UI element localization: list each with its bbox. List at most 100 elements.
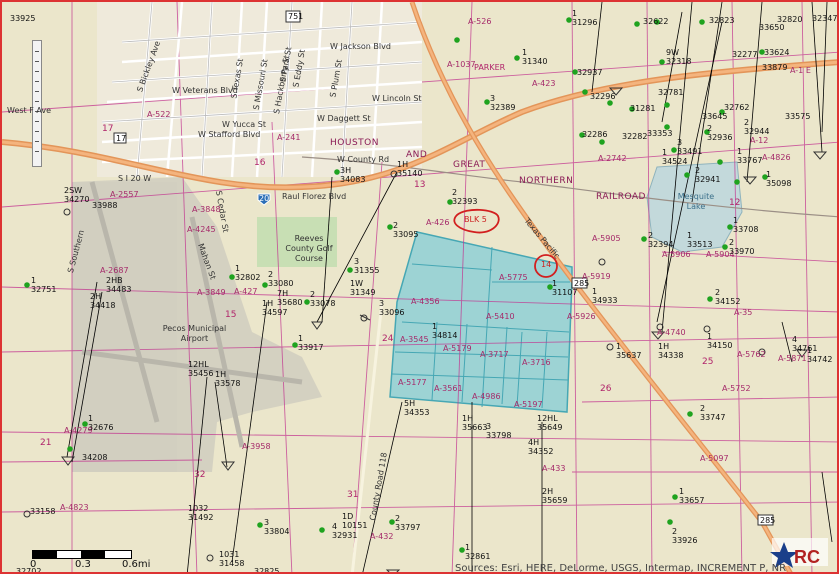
mesquite-lake-label: Mesquite Lake [677, 192, 715, 211]
street-label: W Yucca St [222, 120, 266, 129]
well-label: 1 33767 [737, 147, 763, 165]
section-number: 24 [382, 334, 394, 344]
well-label: 32702 [16, 567, 42, 574]
well-label: 1H 35663 [462, 414, 488, 432]
well-label: 33925 [10, 14, 36, 23]
zoom-slider[interactable] [32, 40, 42, 167]
street-label: S I 20 W [118, 174, 152, 183]
abstract-label: A-3716 [522, 358, 551, 367]
abstract-label: A-241 [277, 133, 301, 142]
abstract-label: A-2742 [598, 154, 627, 163]
abstract-label: A-5752 [722, 384, 751, 393]
abstract-label: A-432 [370, 532, 394, 541]
shield-label: 285 [760, 516, 776, 525]
abstract-label: A-3545 [400, 335, 429, 344]
well-label: 1032 31492 [188, 504, 214, 522]
street-label: West F Ave [7, 106, 52, 115]
abstract-label: A-5919 [582, 272, 611, 281]
attribution-text: Sources: Esri, HERE, DeLorme, USGS, Inte… [455, 563, 787, 574]
well-label: 32781 [658, 88, 684, 97]
well-label: 2 32941 [695, 166, 721, 184]
well-label: 1 32802 [235, 264, 261, 282]
abstract-label: A-4823 [60, 503, 89, 512]
abstract-label: A-5177 [398, 378, 427, 387]
well-label: 3 32389 [490, 94, 516, 112]
well-label: 3 33804 [264, 518, 290, 536]
well-label: 1 31107 [552, 279, 578, 297]
well-label: 3H 34083 [340, 166, 366, 184]
street-label: W Veterans Blvd [172, 86, 238, 95]
well-label: 33624 [764, 48, 790, 57]
abstract-label: A-5775 [499, 273, 528, 282]
well-label: 33645 [702, 112, 728, 121]
scale-bar [32, 550, 132, 559]
abstract-label: A-3717 [480, 350, 509, 359]
abstract-label: A-4245 [187, 225, 216, 234]
section-number: 15 [225, 310, 237, 320]
svg-text:RC: RC [794, 547, 820, 567]
well-label: 1 33917 [298, 334, 324, 352]
well-label: 1 33513 [687, 231, 713, 249]
shield-label: 751 [288, 12, 304, 21]
abstract-label: A-3849 [197, 288, 226, 297]
abstract-label: A-2687 [100, 266, 129, 275]
abstract-label: A-4740 [657, 328, 686, 337]
well-label: 9W 32318 [666, 48, 692, 66]
map-view[interactable]: RC Reeves County Golf Course Pecos Munic… [0, 0, 839, 574]
well-label: 1 31340 [522, 48, 548, 66]
well-label: 32937 [577, 68, 603, 77]
well-label: 2 32936 [707, 124, 733, 142]
abstract-label: A-5097 [700, 454, 729, 463]
abstract-label: A-526 [468, 17, 492, 26]
well-label: 1 35098 [766, 170, 792, 188]
well-label: 1 33708 [733, 216, 759, 234]
abstract-label: A-4826 [762, 153, 791, 162]
well-label: 1 34150 [707, 332, 733, 350]
scale-label-end: 0.6mi [122, 559, 151, 570]
section-number: 12 [729, 198, 741, 208]
street-label: PARKER [474, 63, 506, 72]
shield-label: 17 [116, 134, 127, 143]
abstract-label: A-1037 [447, 60, 476, 69]
abstract-label: A-5906 [662, 250, 691, 259]
railroad-label-great: GREAT [453, 160, 486, 170]
street-label: W Stafford Blvd [198, 130, 261, 139]
well-label: 2 33970 [729, 238, 755, 256]
abstract-label: A-3848 [192, 205, 221, 214]
well-label: 1 33657 [679, 487, 705, 505]
well-label: 2 32944 [744, 118, 770, 136]
well-label: 1 34933 [592, 287, 618, 305]
well-label: 2SW 34270 [64, 186, 90, 204]
well-label: 32762 [724, 103, 750, 112]
abstract-label: A-5762 [737, 350, 766, 359]
railroad-label-railroad: RAILROAD [596, 192, 646, 202]
abstract-label: A-5905 [592, 234, 621, 243]
well-label: 1H 34597 [262, 299, 288, 317]
well-label: 1 32751 [31, 276, 57, 294]
well-label: 33575 [785, 112, 811, 121]
well-label: 32622 [643, 17, 669, 26]
abstract-label: A-427 [234, 287, 258, 296]
well-label: 32347 [812, 14, 838, 23]
well-label: 2 34152 [715, 288, 741, 306]
abstract-label: A-5179 [443, 344, 472, 353]
scale-label-zero: 0 [30, 559, 37, 570]
section-number: 17 [102, 124, 114, 134]
well-label: 1W 31349 [350, 279, 376, 297]
well-label: 1D 10151 [342, 512, 368, 530]
street-label: W County Rd [337, 155, 390, 164]
abstract-label: A-1 E [790, 66, 811, 75]
well-label: 1 31296 [572, 9, 598, 27]
section-number: 26 [600, 384, 612, 394]
abstract-label: A-2557 [110, 190, 139, 199]
well-label: 2 33078 [310, 290, 336, 308]
sec14-label: 14 [541, 260, 552, 269]
blk5-label: BLK 5 [464, 215, 487, 224]
abstract-label: A-3958 [242, 442, 271, 451]
well-label: 32296 [590, 92, 616, 101]
well-label: 1031 31458 [219, 550, 245, 568]
well-label: 12HL 35649 [537, 414, 563, 432]
abstract-label: A-4356 [411, 297, 440, 306]
scale-label-mid: 0.3 [75, 559, 91, 570]
well-label: 3 31355 [354, 257, 380, 275]
